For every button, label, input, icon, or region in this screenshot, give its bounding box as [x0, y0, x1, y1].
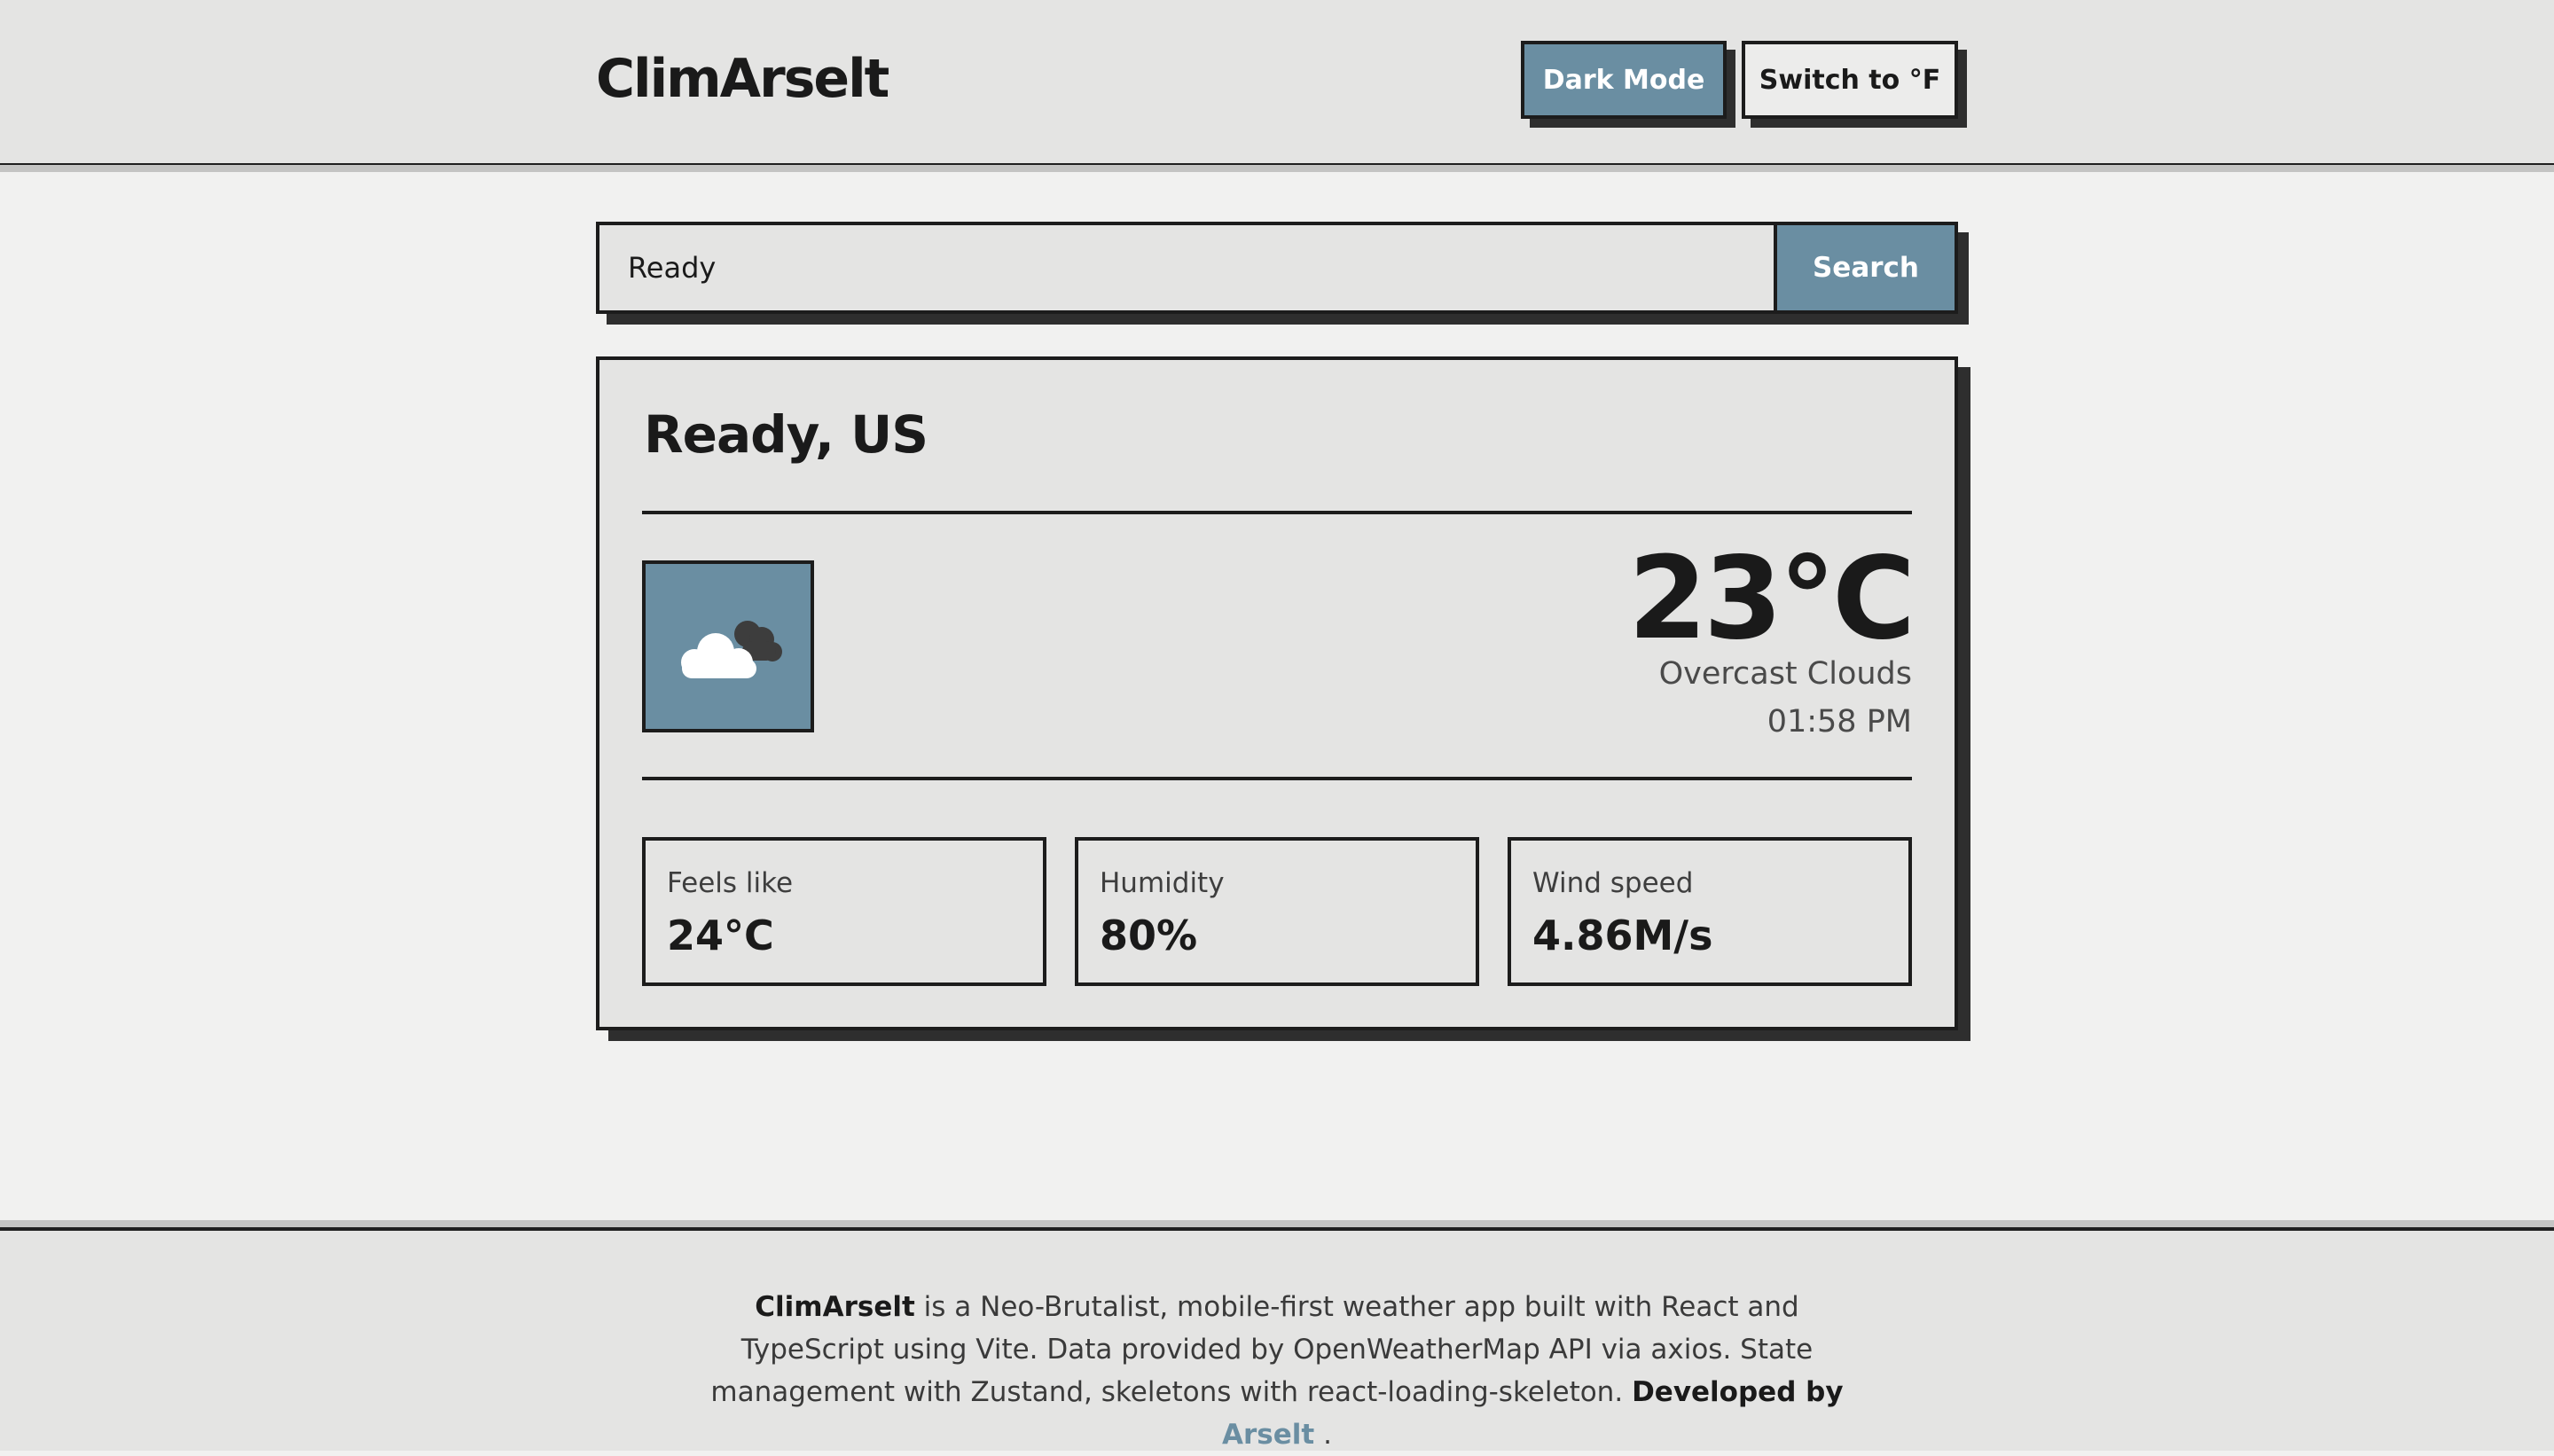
- stat-feels-like: Feels like 24°C: [642, 837, 1046, 986]
- stat-humidity: Humidity 80%: [1075, 837, 1479, 986]
- temperature-value: 23°C: [1627, 533, 1916, 665]
- app-header: ClimArselt Dark Mode Switch to °F: [0, 0, 2554, 172]
- stat-value: 4.86M/s: [1532, 912, 1713, 959]
- weather-description: Overcast Clouds: [1658, 656, 1912, 692]
- stat-value: 24°C: [667, 912, 774, 959]
- stat-label: Feels like: [667, 867, 794, 899]
- dark-mode-button[interactable]: Dark Mode: [1521, 41, 1727, 119]
- footer-developed-by: Developed by: [1632, 1376, 1844, 1408]
- author-link[interactable]: Arselt: [1222, 1419, 1314, 1451]
- stat-value: 80%: [1100, 912, 1198, 959]
- search-form: Search: [596, 222, 1958, 314]
- stat-label: Wind speed: [1532, 867, 1694, 899]
- weather-card: Ready, US 23°C Overcast Clouds 01:58 PM …: [596, 356, 1958, 1030]
- overcast-clouds-icon: [681, 621, 782, 678]
- stat-label: Humidity: [1100, 867, 1225, 899]
- search-button[interactable]: Search: [1774, 225, 1955, 310]
- app-logo[interactable]: ClimArselt: [596, 48, 889, 110]
- footer-app-name: ClimArselt: [755, 1291, 915, 1323]
- search-input[interactable]: [599, 225, 1774, 310]
- weather-icon-box: [642, 560, 814, 732]
- unit-toggle-button[interactable]: Switch to °F: [1742, 41, 1958, 119]
- divider: [642, 511, 1912, 514]
- location-title: Ready, US: [644, 404, 928, 465]
- local-time: 01:58 PM: [1767, 704, 1912, 740]
- app-footer: ClimArselt is a Neo-Brutalist, mobile-fi…: [0, 1220, 2554, 1451]
- footer-text: ClimArselt is a Neo-Brutalist, mobile-fi…: [692, 1286, 1862, 1456]
- stat-wind-speed: Wind speed 4.86M/s: [1508, 837, 1912, 986]
- divider: [642, 777, 1912, 780]
- footer-period: .: [1323, 1419, 1332, 1451]
